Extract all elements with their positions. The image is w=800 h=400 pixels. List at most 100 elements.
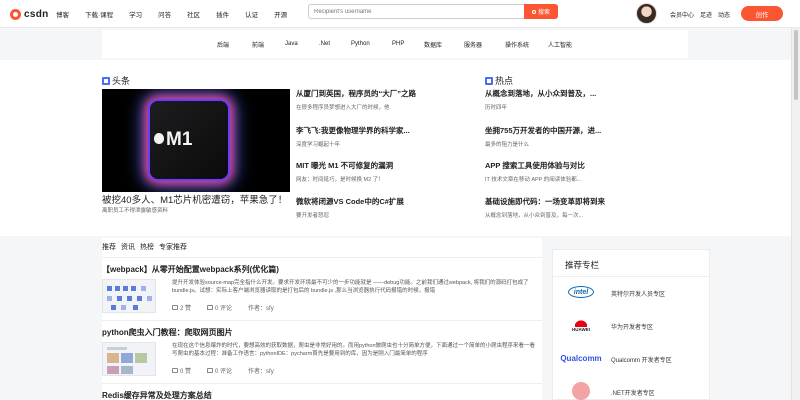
nav-learn[interactable]: 学习 xyxy=(129,9,142,19)
category-os[interactable]: 操作系统 xyxy=(505,40,529,49)
category-ai[interactable]: 人工智能 xyxy=(548,40,572,49)
hot-article-title[interactable]: 从概念到落地，从小众到普及，... xyxy=(485,88,596,99)
nav-activity[interactable]: 动态 xyxy=(718,10,730,19)
top-navbar: csdn 博客 下载·课程 学习 问答 社区 插件 认证 开源 搜索 会员中心 … xyxy=(0,0,800,28)
hot-article-title[interactable]: 基础设施即代码：一场变革即将到来 xyxy=(485,196,605,207)
author[interactable]: 作者：sfy xyxy=(248,303,274,312)
search-button[interactable]: 搜索 xyxy=(524,4,558,19)
tab-news[interactable]: 资讯 xyxy=(121,242,135,252)
hero-image[interactable]: M1 xyxy=(102,89,290,192)
tab-expert-recommend[interactable]: 专家推荐 xyxy=(159,242,187,252)
headline-article-title[interactable]: 李飞飞:我更像物理学界的科学家... xyxy=(296,125,410,136)
feed-item-title[interactable]: 【webpack】从零开始配置webpack系列(优化篇) xyxy=(102,264,542,275)
nav-certification[interactable]: 认证 xyxy=(245,9,258,19)
nav-community[interactable]: 社区 xyxy=(187,9,200,19)
hot-article-desc: 从概念到落地，从小众到普及，每一次... xyxy=(485,213,584,219)
headline-article[interactable]: 微软将闭源VS Code中的C#扩展 要开发者怒怼 xyxy=(296,196,404,219)
like-count[interactable]: 0 赞 xyxy=(172,366,191,375)
feed-item-title[interactable]: python爬虫入门教程：爬取网页图片 xyxy=(102,327,542,338)
nav-blog[interactable]: 博客 xyxy=(56,9,69,19)
column-item-qualcomm[interactable]: Qualcomm Qualcomm 开发者专区 xyxy=(553,345,709,371)
huawei-logo: HUAWEI xyxy=(563,316,599,334)
search-input[interactable] xyxy=(309,5,519,18)
avatar[interactable] xyxy=(636,3,657,24)
nav-footprint[interactable]: 足迹 xyxy=(700,10,712,19)
column-item-dotnet[interactable]: .NET开发者专区 xyxy=(553,378,709,400)
hot-article[interactable]: 从概念到落地，从小众到普及，... 历时四年 xyxy=(485,88,596,111)
headline-article[interactable]: 李飞飞:我更像物理学界的科学家... 深度学习崛起十年 xyxy=(296,125,410,148)
user-nav: 会员中心 足迹 动态 xyxy=(670,0,736,28)
headline-article[interactable]: MIT 曝光 M1 不可修复的漏洞 网友：时间挺巧，是时候换 M2 了！ xyxy=(296,160,393,183)
hot-article-title[interactable]: APP 搜索工具使用体验与对比 xyxy=(485,160,585,171)
headline-article-title[interactable]: MIT 曝光 M1 不可修复的漏洞 xyxy=(296,160,393,171)
nav-download-course[interactable]: 下载·课程 xyxy=(85,9,113,19)
search-icon xyxy=(531,9,536,14)
hot-article-title[interactable]: 坐拥755万开发者的中国开源，进... xyxy=(485,125,601,136)
category-server[interactable]: 服务器 xyxy=(464,40,482,49)
hot-title: 热点 xyxy=(485,74,513,87)
category-python[interactable]: Python xyxy=(351,41,370,47)
qualcomm-logo: Qualcomm xyxy=(560,353,602,363)
author[interactable]: 作者：sfy xyxy=(248,366,274,375)
comment-count[interactable]: 0 评论 xyxy=(207,303,232,312)
recommended-title: 推荐专栏 xyxy=(565,260,600,270)
divider xyxy=(553,276,709,277)
hot-icon xyxy=(485,76,493,85)
feed-item-thumbnail[interactable] xyxy=(102,342,156,376)
hot-article-desc: 最多的阻力是什么 xyxy=(485,142,530,148)
category-java[interactable]: Java xyxy=(285,41,298,47)
article-feed: 推荐 资讯 热榜 专家推荐 【webpack】从零开始配置webpack系列(优… xyxy=(102,238,542,400)
huawei-flower-icon xyxy=(575,318,587,327)
headline-article-desc: 网友：时间挺巧，是时候换 M2 了！ xyxy=(296,177,384,183)
column-name[interactable]: 华为开发者专区 xyxy=(611,322,653,331)
feed-tabs: 推荐 资讯 热榜 专家推荐 xyxy=(102,240,192,254)
category-backend[interactable]: 后端 xyxy=(217,40,229,49)
column-item-intel[interactable]: intel 英特尔开发人员专区 xyxy=(553,279,709,305)
column-item-huawei[interactable]: HUAWEI 华为开发者专区 xyxy=(553,312,709,338)
list-item[interactable]: python爬虫入门教程：爬取网页图片 在现在这个信息爆炸的时代，要想高效的获取… xyxy=(102,327,542,379)
category-dotnet[interactable]: .Net xyxy=(319,41,330,47)
column-name[interactable]: .NET开发者专区 xyxy=(611,388,655,397)
csdn-logo[interactable]: csdn xyxy=(10,7,49,21)
hot-article[interactable]: 基础设施即代码：一场变革即将到来 从概念到落地，从小众到普及，每一次... xyxy=(485,196,605,219)
intel-logo: intel xyxy=(563,283,599,301)
nav-opensource[interactable]: 开源 xyxy=(274,9,287,19)
tab-hot-list[interactable]: 热榜 xyxy=(140,242,154,252)
divider xyxy=(102,320,542,321)
category-frontend[interactable]: 前端 xyxy=(252,40,264,49)
m1-chip-text: M1 xyxy=(166,129,193,150)
column-name[interactable]: Qualcomm 开发者专区 xyxy=(611,355,672,364)
category-php[interactable]: PHP xyxy=(392,41,404,47)
headline-article-desc: 要开发者怒怼 xyxy=(296,213,330,219)
hero-caption[interactable]: 被挖40多人、M1芯片机密遭窃，苹果急了！ xyxy=(102,192,287,206)
headline-article-title[interactable]: 从厦门到英国，程序员的“大厂”之路 xyxy=(296,88,416,99)
search-box: 搜索 xyxy=(308,4,558,19)
like-count[interactable]: 2 赞 xyxy=(172,303,191,312)
category-database[interactable]: 数据库 xyxy=(424,40,442,49)
column-name[interactable]: 英特尔开发人员专区 xyxy=(611,289,665,298)
list-item[interactable]: Redis缓存异常及处理方案总结 xyxy=(102,390,542,400)
hot-article[interactable]: APP 搜索工具使用体验与对比 IT 技术文章在移动 APP 的阅读体验都... xyxy=(485,160,585,183)
create-button[interactable]: 创作 xyxy=(741,6,783,21)
page-scrollbar[interactable] xyxy=(791,28,800,400)
feed-item-desc: 在现在这个信息爆炸的时代，要想高效的获取数据，爬虫是非常好用的。而用python… xyxy=(172,343,536,357)
headline-title: 头条 xyxy=(102,74,130,87)
like-icon xyxy=(172,368,178,373)
hot-article[interactable]: 坐拥755万开发者的中国开源，进... 最多的阻力是什么 xyxy=(485,125,601,148)
hot-article-desc: IT 技术文章在移动 APP 的阅读体验都... xyxy=(485,177,582,183)
headline-article-title[interactable]: 微软将闭源VS Code中的C#扩展 xyxy=(296,196,404,207)
nav-member-center[interactable]: 会员中心 xyxy=(670,10,694,19)
logo-text: csdn xyxy=(24,8,49,20)
m1-chip-graphic: M1 xyxy=(150,101,228,179)
headline-article[interactable]: 从厦门到英国，程序员的“大厂”之路 在很多程序员梦想进入大厂的时候，他 xyxy=(296,88,416,111)
tab-recommend[interactable]: 推荐 xyxy=(102,242,116,252)
nav-plugin[interactable]: 插件 xyxy=(216,9,229,19)
feed-item-thumbnail[interactable] xyxy=(102,279,156,313)
feed-item-title[interactable]: Redis缓存异常及处理方案总结 xyxy=(102,390,542,400)
feed-item-meta: 0 赞 0 评论 作者：sfy xyxy=(172,366,290,375)
headline-section: 头条 M1 被挖40多人、M1芯片机密遭窃，苹果急了！ 离职员工不得泄露敏感资料… xyxy=(0,60,791,236)
divider xyxy=(102,383,542,384)
list-item[interactable]: 【webpack】从零开始配置webpack系列(优化篇) 提升开发体验sour… xyxy=(102,264,542,316)
comment-count[interactable]: 0 评论 xyxy=(207,366,232,375)
nav-qa[interactable]: 问答 xyxy=(158,9,171,19)
